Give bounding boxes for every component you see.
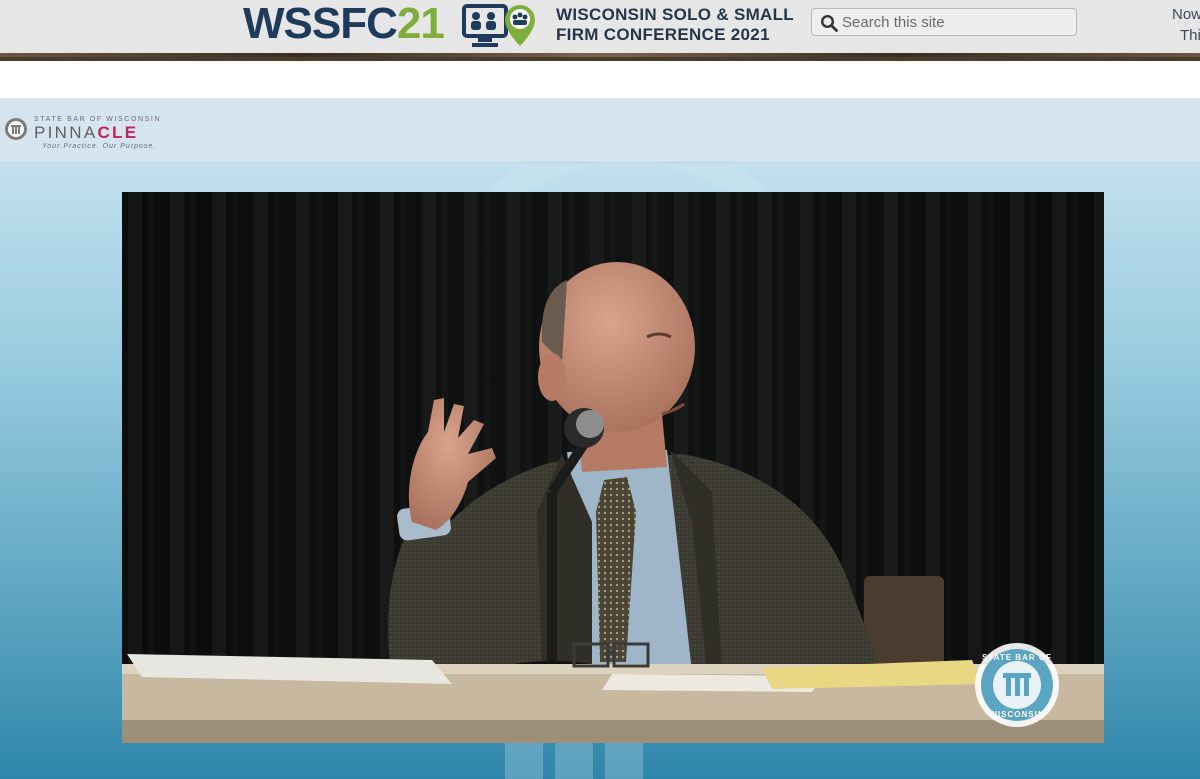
pinnacle-logo[interactable]: STATE BAR OF WISCONSIN PINNACLE Your Pra… xyxy=(4,116,174,156)
edge-text-line2: Thi xyxy=(1180,27,1200,44)
video-player[interactable]: STATE BAR OF WISCONSIN xyxy=(122,192,1104,743)
banner-stripe xyxy=(0,53,1200,57)
conference-title-line1: WISCONSIN SOLO & SMALL xyxy=(556,5,794,24)
edge-text-line1: Now xyxy=(1172,6,1200,23)
video-frame: STATE BAR OF WISCONSIN xyxy=(122,192,1104,743)
conference-banner: WSSFC21 WISCONSIN SOLO & SMALL FIRM CONF… xyxy=(0,0,1200,61)
banner-edge-link[interactable]: Now Thi xyxy=(1172,4,1200,46)
player-header: STATE BAR OF WISCONSIN PINNACLE Your Pra… xyxy=(0,98,1200,163)
conference-logo[interactable]: WSSFC21 xyxy=(243,0,445,50)
watermark-bottom-text: WISCONSIN xyxy=(989,710,1044,719)
logo-main-text: WSSFC xyxy=(243,0,398,48)
search-input[interactable] xyxy=(842,11,1070,33)
background-pillars-decoration xyxy=(505,743,695,779)
conference-logo-icon xyxy=(462,4,535,47)
pinnacle-state-label: STATE BAR OF WISCONSIN xyxy=(34,116,162,123)
logo-year-text: 21 xyxy=(396,0,445,48)
pinnacle-name: PINNACLE xyxy=(34,124,138,142)
state-bar-seal-icon xyxy=(5,118,27,140)
state-bar-watermark: STATE BAR OF WISCONSIN xyxy=(975,643,1059,727)
pinnacle-name-part2: CLE xyxy=(97,123,139,142)
site-search[interactable] xyxy=(811,8,1077,36)
page-spacer xyxy=(0,61,1200,98)
watermark-top-text: STATE BAR OF xyxy=(982,653,1052,662)
pinnacle-name-part1: PINNA xyxy=(34,123,98,142)
search-icon[interactable] xyxy=(820,14,838,32)
conference-title-line2: FIRM CONFERENCE 2021 xyxy=(556,25,770,44)
conference-title: WISCONSIN SOLO & SMALL FIRM CONFERENCE 2… xyxy=(556,5,794,45)
pinnacle-tagline: Your Practice. Our Purpose. xyxy=(42,143,157,150)
